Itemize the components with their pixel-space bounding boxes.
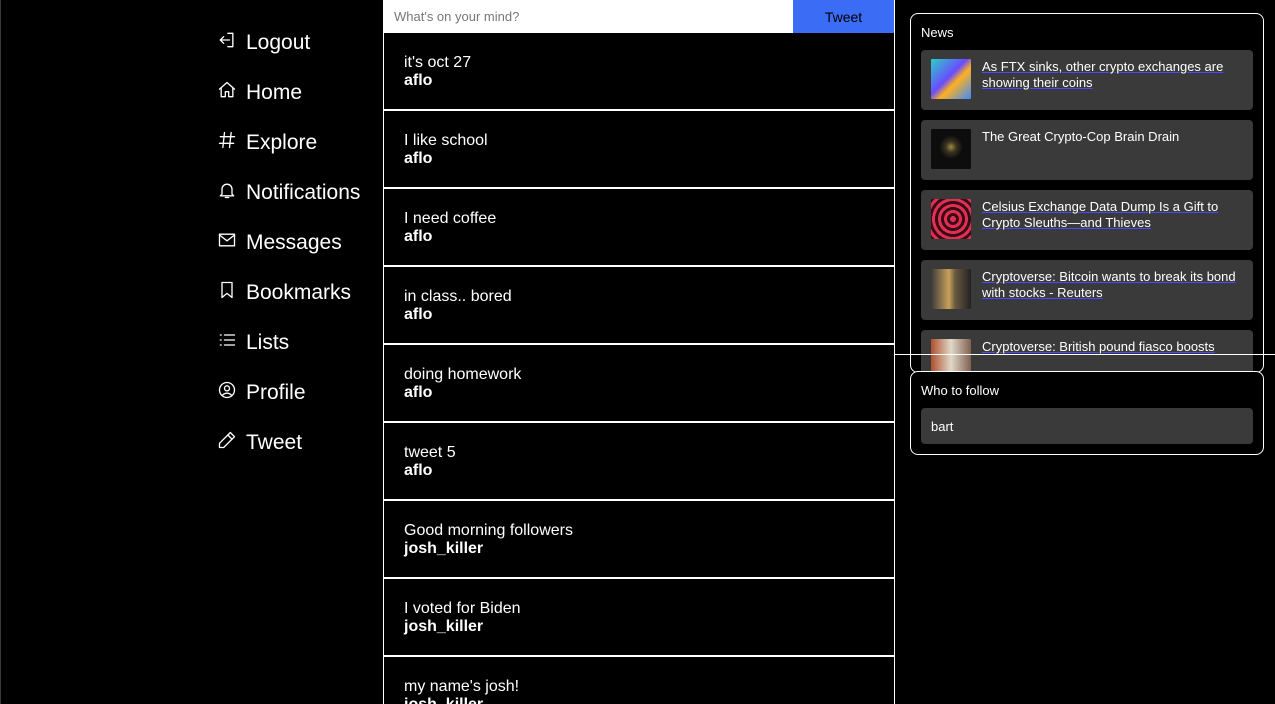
list-icon bbox=[216, 329, 238, 351]
sidebar-item-label: Messages bbox=[246, 231, 342, 254]
tweet-text: doing homework bbox=[404, 366, 522, 383]
news-item[interactable]: Cryptoverse: Bitcoin wants to break its … bbox=[921, 260, 1253, 320]
hashtag-icon bbox=[216, 129, 238, 151]
tweet-username: josh_killer bbox=[404, 618, 484, 635]
tweet-item[interactable]: doing homework aflo bbox=[384, 345, 894, 423]
tweet-text: in class.. bored bbox=[404, 288, 512, 305]
tweet-text: I voted for Biden bbox=[404, 600, 521, 617]
sidebar-item-label: Tweet bbox=[246, 431, 303, 454]
sidebar-item-label: Logout bbox=[246, 31, 311, 54]
home-icon bbox=[216, 79, 238, 101]
envelope-icon bbox=[216, 229, 238, 251]
news-title-link[interactable]: Cryptoverse: Bitcoin wants to break its … bbox=[982, 269, 1243, 311]
sidebar-item-lists[interactable]: Lists bbox=[216, 318, 382, 368]
tweet-item[interactable]: my name's josh! josh_killer bbox=[384, 657, 894, 704]
sidebar-item-logout[interactable]: Logout bbox=[216, 18, 382, 68]
sidebar-item-explore[interactable]: Explore bbox=[216, 118, 382, 168]
bookmark-icon bbox=[216, 279, 238, 301]
sidebar-item-label: Notifications bbox=[246, 181, 361, 204]
sidebar-item-messages[interactable]: Messages bbox=[216, 218, 382, 268]
news-item[interactable]: The Great Crypto-Cop Brain Drain bbox=[921, 120, 1253, 180]
tweet-username: aflo bbox=[404, 306, 433, 323]
news-thumbnail bbox=[931, 59, 971, 99]
panel-divider bbox=[895, 354, 1275, 355]
news-item[interactable]: As FTX sinks, other crypto exchanges are… bbox=[921, 50, 1253, 110]
news-thumbnail bbox=[931, 339, 971, 372]
tweet-feed: Tweet it's oct 27 aflo I like school afl… bbox=[383, 0, 895, 704]
sidebar-item-label: Lists bbox=[246, 331, 290, 354]
sidebar-item-tweet[interactable]: Tweet bbox=[216, 418, 382, 468]
compose-input[interactable] bbox=[384, 0, 793, 33]
tweet-button[interactable]: Tweet bbox=[793, 0, 894, 33]
tweet-username: josh_killer bbox=[404, 696, 874, 704]
news-panel-title: News bbox=[921, 25, 954, 40]
tweet-item[interactable]: I need coffee aflo bbox=[384, 189, 894, 267]
sidebar-item-label: Bookmarks bbox=[246, 281, 352, 304]
sidebar-item-label: Profile bbox=[246, 381, 306, 404]
tweet-username: aflo bbox=[404, 72, 433, 89]
compose-bar: Tweet bbox=[384, 0, 894, 33]
news-thumbnail bbox=[931, 129, 971, 169]
who-to-follow-title: Who to follow bbox=[921, 383, 1000, 398]
pencil-icon bbox=[216, 429, 238, 451]
tweet-item[interactable]: I like school aflo bbox=[384, 111, 894, 189]
tweet-username: josh_killer bbox=[404, 540, 484, 557]
sidebar-item-notifications[interactable]: Notifications bbox=[216, 168, 382, 218]
news-title-link[interactable]: Celsius Exchange Data Dump Is a Gift to … bbox=[982, 199, 1243, 241]
news-item[interactable]: Celsius Exchange Data Dump Is a Gift to … bbox=[921, 190, 1253, 250]
sidebar: Logout Home Explore Notifications Messag… bbox=[216, 18, 382, 468]
user-circle-icon bbox=[216, 379, 238, 401]
news-thumbnail bbox=[931, 269, 971, 309]
tweet-text: I need coffee bbox=[404, 210, 497, 227]
tweet-username: aflo bbox=[404, 462, 433, 479]
logout-icon bbox=[216, 29, 238, 51]
tweet-text: my name's josh! bbox=[404, 678, 520, 695]
tweet-item[interactable]: Good morning followers josh_killer bbox=[384, 501, 894, 579]
sidebar-item-profile[interactable]: Profile bbox=[216, 368, 382, 418]
sidebar-item-label: Explore bbox=[246, 131, 318, 154]
news-panel: News As FTX sinks, other crypto exchange… bbox=[910, 13, 1264, 373]
follow-suggestion[interactable]: bart bbox=[921, 408, 1253, 444]
sidebar-item-label: Home bbox=[246, 81, 303, 104]
tweet-item[interactable]: I voted for Biden josh_killer bbox=[384, 579, 894, 657]
news-title-link[interactable]: The Great Crypto-Cop Brain Drain bbox=[982, 129, 1179, 171]
sidebar-item-home[interactable]: Home bbox=[216, 68, 382, 118]
tweet-text: Good morning followers bbox=[404, 522, 573, 539]
tweet-item[interactable]: tweet 5 aflo bbox=[384, 423, 894, 501]
tweet-username: aflo bbox=[404, 228, 433, 245]
tweet-text: I like school bbox=[404, 132, 488, 149]
news-item[interactable]: Cryptoverse: British pound fiasco boosts bbox=[921, 330, 1253, 372]
tweet-username: aflo bbox=[404, 384, 433, 401]
sidebar-item-bookmarks[interactable]: Bookmarks bbox=[216, 268, 382, 318]
tweet-username: aflo bbox=[404, 150, 433, 167]
tweet-text: it's oct 27 bbox=[404, 54, 472, 71]
who-to-follow-panel: Who to follow bart bbox=[910, 371, 1264, 455]
window-edge bbox=[0, 0, 1, 704]
tweet-item[interactable]: in class.. bored aflo bbox=[384, 267, 894, 345]
news-title-link[interactable]: Cryptoverse: British pound fiasco boosts bbox=[982, 339, 1215, 372]
news-title-link[interactable]: As FTX sinks, other crypto exchanges are… bbox=[982, 59, 1243, 101]
tweet-item[interactable]: it's oct 27 aflo bbox=[384, 33, 894, 111]
news-thumbnail bbox=[931, 199, 971, 239]
tweet-text: tweet 5 bbox=[404, 444, 456, 461]
bell-icon bbox=[216, 179, 238, 201]
